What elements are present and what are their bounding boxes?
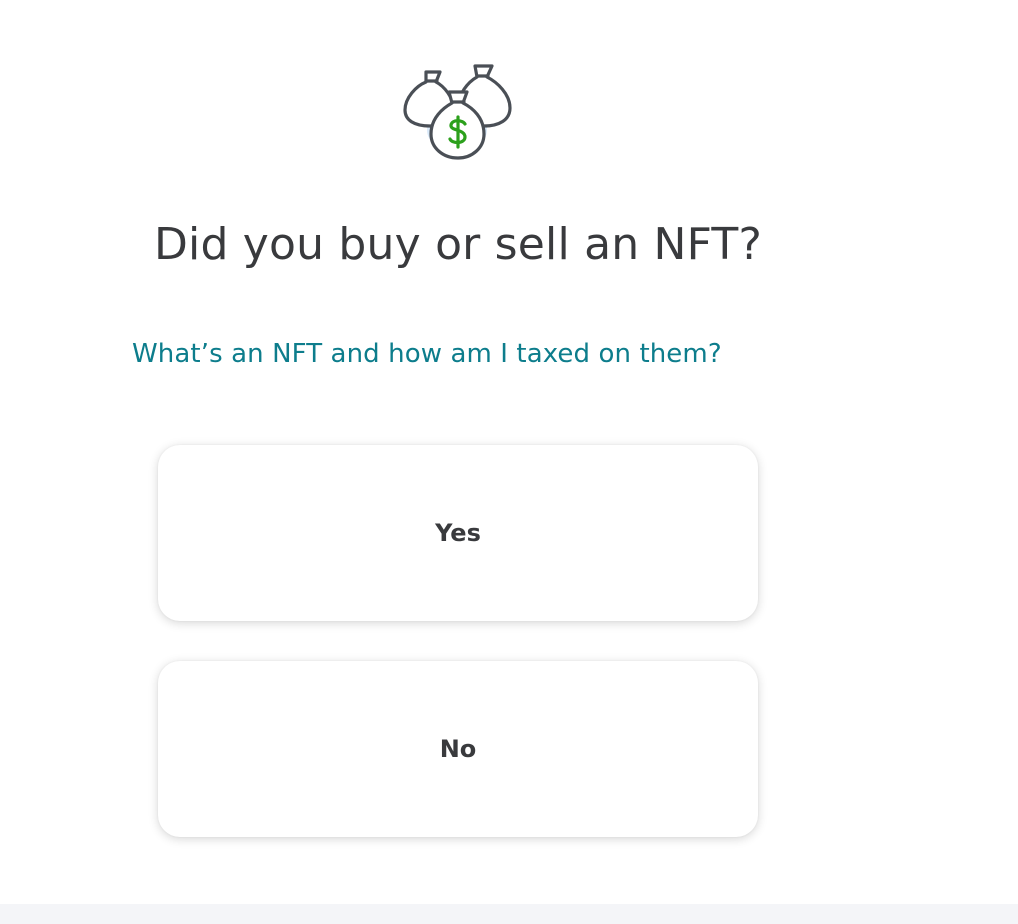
yes-button[interactable]: Yes xyxy=(158,445,758,621)
money-bags-icon xyxy=(403,64,512,160)
yes-button-label: Yes xyxy=(435,519,481,547)
no-button[interactable]: No xyxy=(158,661,758,837)
no-button-label: No xyxy=(439,735,477,763)
footer-divider xyxy=(0,904,1018,924)
page: Did you buy or sell an NFT? What’s an NF… xyxy=(0,0,1018,924)
page-title: Did you buy or sell an NFT? xyxy=(153,219,763,270)
nft-tax-help-link[interactable]: What’s an NFT and how am I taxed on them… xyxy=(132,336,722,372)
